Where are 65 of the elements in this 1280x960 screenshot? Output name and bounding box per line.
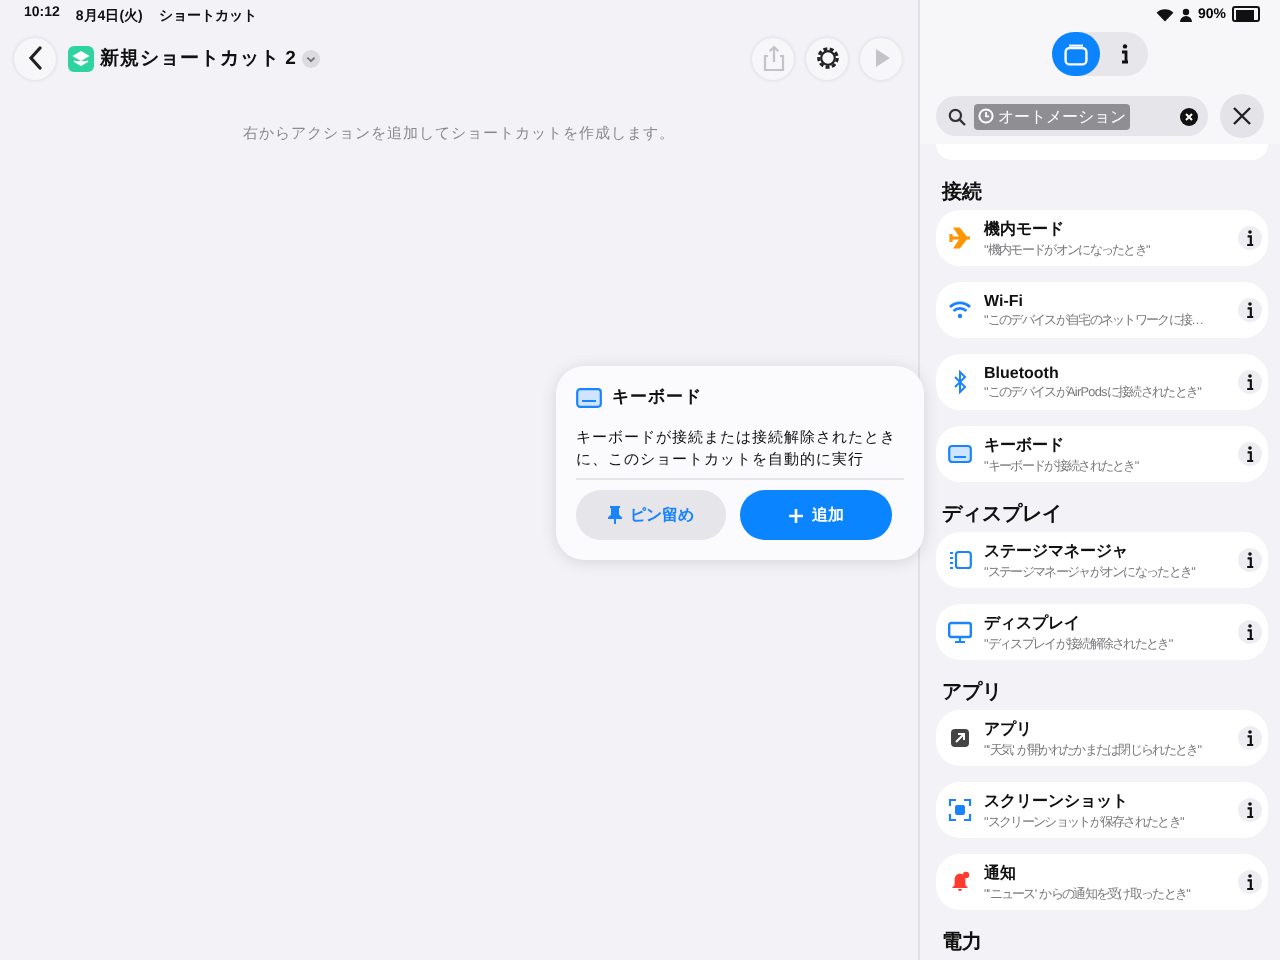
info-icon [1119,44,1129,64]
section-header: アプリ [942,678,1004,706]
trigger-title: アプリ [984,717,1034,739]
clock-icon [978,108,994,124]
info-icon [1246,302,1254,318]
info-button[interactable] [1238,798,1262,822]
info-icon [1246,730,1254,746]
info-icon [1246,374,1254,390]
stage-manager-icon [948,548,972,572]
airplane-icon [948,226,972,250]
chevron-down-icon [301,49,320,67]
search-token-text: オートメーション [998,105,1126,127]
info-icon [1246,552,1254,568]
popup-title: キーボード [612,386,702,410]
search-icon [948,107,966,125]
section-header: ディスプレイ [942,500,1064,528]
share-icon [759,44,787,72]
add-button[interactable]: 追加 [740,490,892,540]
close-button[interactable] [1220,94,1264,138]
trigger-title: ステージマネージャ [984,539,1130,561]
clear-button[interactable] [1180,107,1198,125]
display-icon [948,620,972,644]
trigger-title: Bluetooth [984,363,1061,381]
info-icon [1246,230,1254,246]
keyboard-icon [948,442,972,466]
person-icon [1179,7,1192,21]
pin-icon [608,506,622,524]
trigger-title: スクリーンショット [984,789,1130,811]
square-stack-icon [1064,43,1088,65]
keyboard-icon [576,388,602,408]
plus-icon [788,507,804,523]
section-header: 電力 [942,929,984,956]
trigger-title: キーボード [984,433,1066,455]
info-button[interactable] [1238,620,1262,644]
trigger-title: 機内モード [984,217,1066,239]
battery-icon [1232,6,1260,22]
info-button[interactable] [1238,370,1262,394]
info-icon [1246,802,1254,818]
info-icon [1246,624,1254,640]
trigger-title: 通知 [984,861,1018,883]
clear-icon [1180,107,1198,125]
info-button[interactable] [1238,298,1262,322]
info-button[interactable] [1238,226,1262,250]
info-button[interactable] [1238,870,1262,894]
actions-tab[interactable] [1052,32,1100,76]
back-button[interactable] [14,37,56,79]
settings-icon [813,44,841,72]
wifi-icon [948,298,972,322]
settings-button[interactable] [806,37,848,79]
info-button[interactable] [1238,548,1262,572]
info-icon [1246,874,1254,890]
shortcut-app-icon [68,45,94,71]
wifi-status-icon [1155,7,1174,21]
back-icon [27,46,43,70]
close-icon [1232,106,1252,126]
shortcut-title[interactable]: 新規ショートカット 2 [100,45,296,71]
section-header: 接続 [942,179,984,206]
screenshot-icon [948,798,972,822]
info-button[interactable] [1238,726,1262,750]
info-button[interactable] [1238,442,1262,466]
bluetooth-icon [948,370,972,394]
trigger-title: ディスプレイ [984,611,1082,633]
info-icon [1246,446,1254,462]
trigger-title: Wi-Fi [984,291,1025,309]
bell-icon [948,870,972,894]
